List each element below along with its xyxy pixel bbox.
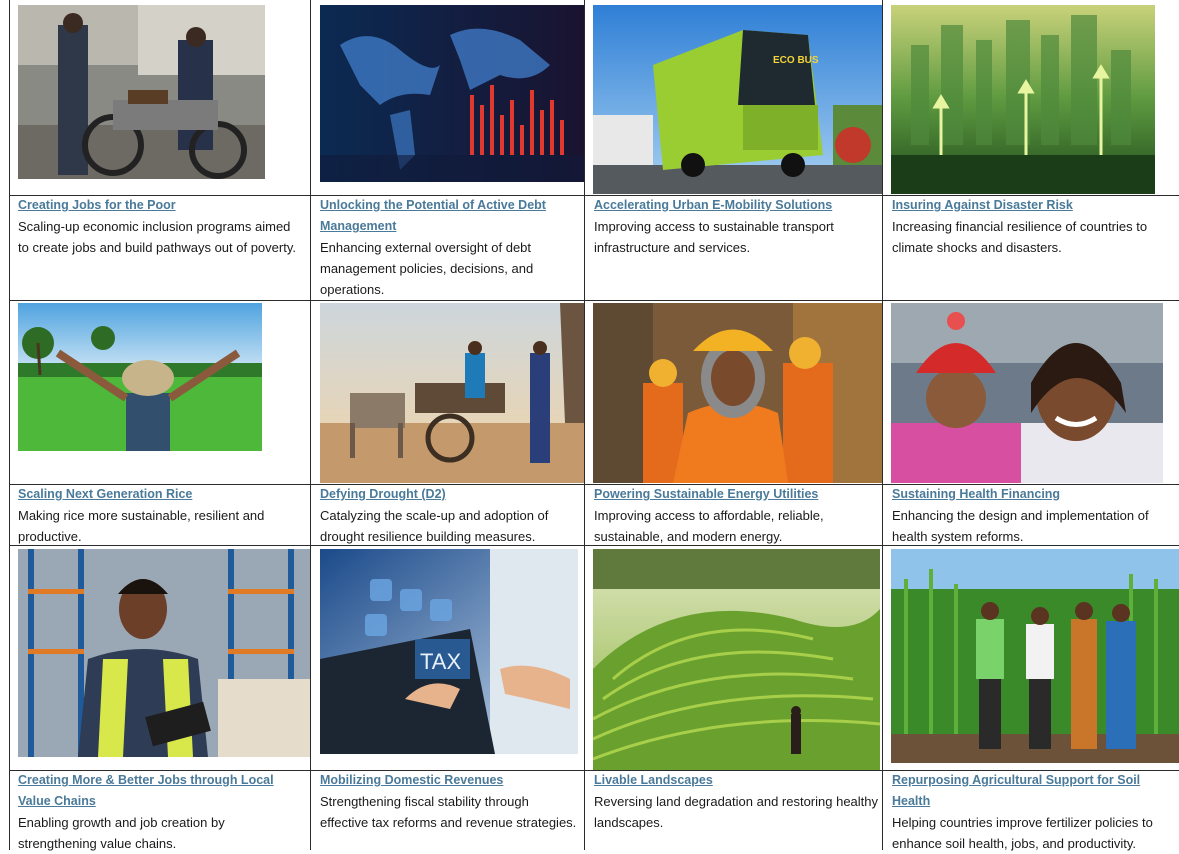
card-title[interactable]: Mobilizing Domestic Revenues [320, 770, 578, 791]
rice-field-farmer-photo [18, 303, 262, 451]
green-city-arrows-photo [891, 5, 1155, 194]
motorcycle-workshop-photo [18, 5, 265, 179]
bus-sign: ECO BUS [773, 55, 819, 66]
card-description: Increasing financial resilience of count… [892, 219, 1148, 255]
card-title[interactable]: Livable Landscapes [594, 770, 879, 791]
warehouse-worker-photo [18, 549, 310, 757]
card-title[interactable]: Sustaining Health Financing [892, 484, 1177, 505]
card-title[interactable]: Accelerating Urban E-Mobility Solutions [594, 195, 879, 216]
card-title[interactable]: Defying Drought (D2) [320, 484, 578, 505]
card-description: Improving access to sustainable transpor… [594, 219, 834, 255]
card-description: Scaling-up economic inclusion programs a… [18, 219, 296, 255]
tax-laptop-photo: TAX [320, 549, 578, 754]
card-description: Helping countries improve fertilizer pol… [892, 815, 1153, 851]
maize-farmers-photo [891, 549, 1179, 763]
card-description: Enhancing the design and implementation … [892, 508, 1149, 544]
initiatives-table: ECO BUS Creating Jobs for the Poor Scali… [9, 0, 1179, 851]
card-title[interactable]: Repurposing Agricultural Support for Soi… [892, 770, 1177, 812]
card-title[interactable]: Insuring Against Disaster Risk [892, 195, 1177, 216]
column-divider [310, 0, 311, 850]
energy-workers-photo [593, 303, 882, 483]
card-title[interactable]: Creating Jobs for the Poor [18, 195, 303, 216]
card-description: Enhancing external oversight of debt man… [320, 240, 534, 297]
card-title[interactable]: Scaling Next Generation Rice [18, 484, 303, 505]
donkey-cart-photo [320, 303, 584, 483]
column-divider [882, 0, 883, 850]
card-description: Improving access to affordable, reliable… [594, 508, 824, 544]
card-title[interactable]: Unlocking the Potential of Active Debt M… [320, 195, 578, 237]
column-divider [584, 0, 585, 850]
card-title[interactable]: Powering Sustainable Energy Utilities [594, 484, 879, 505]
electric-bus-photo: ECO BUS [593, 5, 882, 194]
data-world-map-photo [320, 5, 584, 182]
tax-overlay-text: TAX [420, 649, 461, 674]
card-description: Reversing land degradation and restoring… [594, 794, 879, 830]
card-description: Making rice more sustainable, resilient … [18, 508, 265, 544]
row-divider [9, 300, 1179, 301]
card-description: Catalyzing the scale-up and adoption of … [320, 508, 549, 544]
card-title[interactable]: Creating More & Better Jobs through Loca… [18, 770, 303, 812]
card-description: Strengthening fiscal stability through e… [320, 794, 577, 830]
mother-child-photo [891, 303, 1163, 483]
card-description: Enabling growth and job creation by stre… [18, 815, 225, 851]
column-divider [9, 0, 10, 850]
terraced-hills-photo [593, 549, 880, 770]
